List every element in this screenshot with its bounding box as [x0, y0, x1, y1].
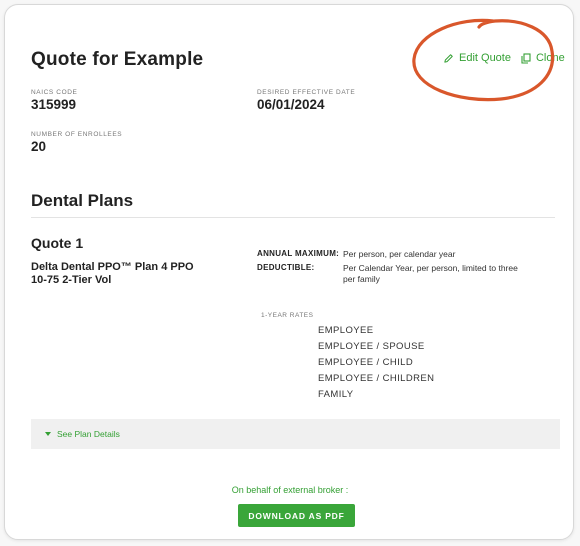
- deductible-value: Per Calendar Year, per person, limited t…: [343, 263, 518, 284]
- broker-note: On behalf of external broker :: [231, 485, 349, 495]
- enrollees-label: NUMBER OF ENROLLEES: [31, 131, 123, 138]
- rate-row: EMPLOYEE / CHILDREN: [318, 373, 435, 384]
- effective-date-label: DESIRED EFFECTIVE DATE: [257, 89, 356, 96]
- rate-row: EMPLOYEE / CHILD: [318, 357, 414, 368]
- quote-name: Quote 1: [31, 235, 84, 251]
- annotation-circle: [412, 18, 555, 102]
- effective-date-value: 06/01/2024: [257, 97, 325, 112]
- deductible-label: DEDUCTIBLE:: [257, 263, 315, 272]
- plan-name: Delta Dental PPO™ Plan 4 PPO 10-75 2-Tie…: [31, 261, 194, 286]
- naics-label: NAICS CODE: [31, 89, 78, 96]
- download-pdf-button[interactable]: DOWNLOAD AS PDF: [238, 504, 355, 527]
- section-title: Dental Plans: [31, 191, 134, 210]
- annual-max-label: ANNUAL MAXIMUM:: [257, 249, 340, 258]
- naics-value: 315999: [31, 97, 77, 112]
- see-plan-details-toggle[interactable]: See Plan Details: [31, 419, 560, 449]
- caret-down-icon: [45, 432, 51, 436]
- see-plan-details-label: See Plan Details: [57, 429, 120, 439]
- annual-max-value: Per person, per calendar year: [343, 249, 456, 259]
- page-title: Quote for Example: [31, 49, 204, 70]
- section-divider: [31, 217, 555, 218]
- rates-label: 1-YEAR RATES: [261, 312, 314, 319]
- rate-row: FAMILY: [318, 389, 354, 400]
- rate-row: EMPLOYEE / SPOUSE: [318, 341, 425, 352]
- enrollees-value: 20: [31, 139, 47, 154]
- quote-card: Quote for Example Edit Quote Clone NAICS…: [4, 4, 574, 540]
- rate-row: EMPLOYEE: [318, 325, 374, 336]
